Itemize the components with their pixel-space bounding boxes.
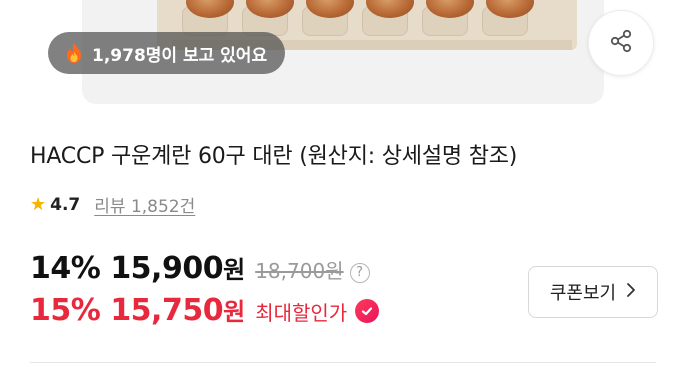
star-icon: ★ (30, 194, 47, 215)
original-price: 18,700원 (255, 259, 344, 283)
currency-unit: 원 (223, 298, 246, 326)
fire-icon (66, 43, 82, 63)
price-row-max-discount: 15% 15,750 원 최대할인가 (30, 292, 380, 328)
share-button[interactable] (588, 10, 654, 76)
coupon-button-label: 쿠폰보기 (549, 283, 617, 304)
review-count-link[interactable]: 리뷰 1,852건 (94, 192, 195, 217)
product-title: HACCP 구운계란 60구 대란 (원산지: 상세설명 참조) (30, 144, 518, 169)
currency-unit: 원 (223, 256, 246, 284)
check-badge-icon[interactable] (355, 299, 380, 323)
discount-percent: 14% (30, 251, 101, 286)
views-badge-text: 1,978명이 보고 있어요 (92, 45, 268, 66)
share-icon (607, 27, 635, 59)
max-discount-label: 최대할인가 (255, 301, 348, 325)
coupon-view-button[interactable]: 쿠폰보기 (528, 266, 658, 318)
views-badge: 1,978명이 보고 있어요 (48, 32, 286, 74)
max-discount-price: 15,750 (110, 293, 224, 328)
help-icon[interactable]: ? (349, 262, 370, 283)
rating-value: 4.7 (50, 194, 81, 215)
sale-price: 15,900 (110, 251, 224, 286)
chevron-right-icon (626, 282, 636, 303)
price-row-regular: 14% 15,900 원 18,700원 ? (30, 250, 370, 286)
divider (30, 362, 656, 363)
max-discount-percent: 15% (30, 293, 101, 328)
rating-row: ★ 4.7 리뷰 1,852건 (30, 192, 195, 217)
